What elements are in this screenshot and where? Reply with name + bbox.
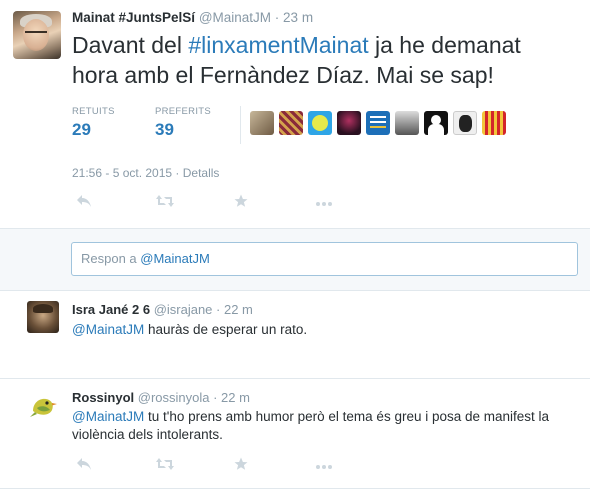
author-handle[interactable]: @MainatJM — [199, 10, 271, 25]
timestamp-value[interactable]: 21:56 - 5 oct. 2015 — [72, 166, 172, 180]
author-handle[interactable]: @israjane — [154, 302, 213, 317]
reply-tweet: Rossinyol @rossinyola · 22 m @MainatJM t… — [0, 379, 590, 489]
mention-link[interactable]: @MainatJM — [72, 322, 144, 337]
reply-text: @MainatJM tu t'ho prens amb humor però e… — [72, 408, 572, 444]
favorite-icon[interactable] — [234, 194, 248, 213]
avatar[interactable] — [27, 389, 59, 421]
avatar[interactable] — [27, 301, 59, 333]
favorites-count[interactable]: 39 — [155, 120, 211, 140]
favorites-label: PREFERITS — [155, 106, 212, 117]
reply-icon[interactable] — [76, 457, 92, 476]
reply-composer: Respon a @MainatJM — [0, 228, 590, 291]
separator: · — [212, 302, 224, 317]
main-tweet: Mainat #JuntsPelSí @MainatJM · 23 m Dava… — [0, 0, 590, 228]
tweet-timestamp: 21:56 - 5 oct. 2015 · Detalls — [72, 166, 219, 180]
tweet-text-part: Davant del — [72, 32, 189, 58]
avatar[interactable] — [13, 11, 61, 59]
favoriter-avatar[interactable] — [395, 111, 419, 135]
tweet-header: Mainat #JuntsPelSí @MainatJM · 23 m — [72, 10, 313, 25]
favoriter-avatar[interactable] — [453, 111, 477, 135]
favoriter-avatar[interactable] — [337, 111, 361, 135]
reply-handle: @MainatJM — [140, 251, 210, 266]
tweet-text: Davant del #linxamentMainat ja he demana… — [72, 30, 572, 90]
retweet-icon[interactable] — [155, 457, 175, 476]
stats-divider — [240, 106, 241, 144]
reply-text: @MainatJM hauràs de esperar un rato. — [72, 321, 572, 339]
author-name[interactable]: Mainat #JuntsPelSí — [72, 10, 195, 25]
favoriter-avatar[interactable] — [424, 111, 448, 135]
retweets-label: RETUITS — [72, 106, 115, 117]
favoriter-avatar[interactable] — [482, 111, 506, 135]
tweet-age[interactable]: 22 m — [224, 302, 253, 317]
favoriter-avatar[interactable] — [308, 111, 332, 135]
author-name[interactable]: Rossinyol — [72, 390, 134, 405]
more-icon[interactable] — [315, 194, 333, 212]
favorites-stat[interactable]: PREFERITS 39 — [155, 106, 211, 140]
reply-tweet: Isra Jané 2 6 @israjane · 22 m @MainatJM… — [0, 291, 590, 379]
retweet-icon[interactable] — [155, 194, 175, 213]
reply-text-part: tu t'ho prens amb humor però el tema és … — [72, 409, 550, 442]
favorite-icon[interactable] — [234, 457, 248, 476]
reply-text-part: hauràs de esperar un rato. — [144, 322, 308, 337]
author-name[interactable]: Isra Jané 2 6 — [72, 302, 150, 317]
retweets-stat[interactable]: RETUITS 29 — [72, 106, 115, 140]
author-handle[interactable]: @rossinyola — [138, 390, 210, 405]
reply-header: Isra Jané 2 6 @israjane · 22 m — [72, 302, 253, 317]
reply-header: Rossinyol @rossinyola · 22 m — [72, 390, 250, 405]
reply-input[interactable]: Respon a @MainatJM — [71, 242, 578, 276]
more-icon[interactable] — [315, 457, 333, 475]
reply-icon[interactable] — [76, 194, 92, 213]
favoriter-avatar[interactable] — [366, 111, 390, 135]
hashtag-link[interactable]: #linxamentMainat — [188, 32, 368, 58]
mention-link[interactable]: @MainatJM — [72, 409, 144, 424]
retweets-count[interactable]: 29 — [72, 120, 115, 140]
favoriter-avatar[interactable] — [279, 111, 303, 135]
separator: · — [172, 166, 183, 180]
favoriter-avatar[interactable] — [250, 111, 274, 135]
separator: · — [209, 390, 222, 405]
details-link[interactable]: Detalls — [183, 166, 220, 180]
tweet-age[interactable]: 22 m — [221, 390, 250, 405]
tweet-age[interactable]: 23 m — [283, 10, 313, 25]
separator: · — [271, 10, 284, 25]
reply-prefix: Respon a — [81, 251, 141, 266]
